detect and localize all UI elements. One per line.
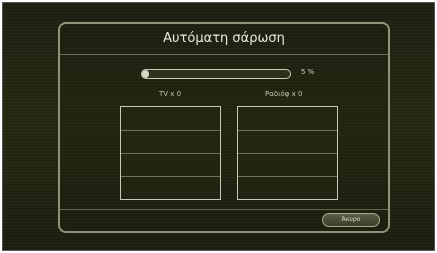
radio-count-label: Ραδιόφ x 0 — [265, 90, 303, 98]
list-divider — [238, 176, 337, 177]
title-bar: Αυτόματη σάρωση — [60, 24, 388, 55]
tv-screen: Αυτόματη σάρωση 5 % TV x 0 Ραδιόφ x 0 Άκ… — [2, 2, 435, 251]
list-divider — [121, 176, 220, 177]
list-divider — [121, 153, 220, 154]
dialog-title: Αυτόματη σάρωση — [163, 31, 285, 46]
radio-channel-list[interactable] — [237, 106, 338, 200]
list-divider — [238, 130, 337, 131]
tv-count-label: TV x 0 — [159, 90, 182, 98]
cancel-button[interactable]: Άκυρο — [322, 213, 380, 227]
footer-divider — [60, 209, 388, 210]
scan-progress-fill — [142, 70, 150, 78]
tv-channel-list[interactable] — [120, 106, 221, 200]
scan-progress-bar — [141, 69, 291, 79]
list-divider — [121, 130, 220, 131]
scan-progress-text: 5 % — [301, 68, 315, 76]
list-divider — [238, 153, 337, 154]
auto-scan-dialog: Αυτόματη σάρωση 5 % TV x 0 Ραδιόφ x 0 Άκ… — [58, 22, 390, 233]
